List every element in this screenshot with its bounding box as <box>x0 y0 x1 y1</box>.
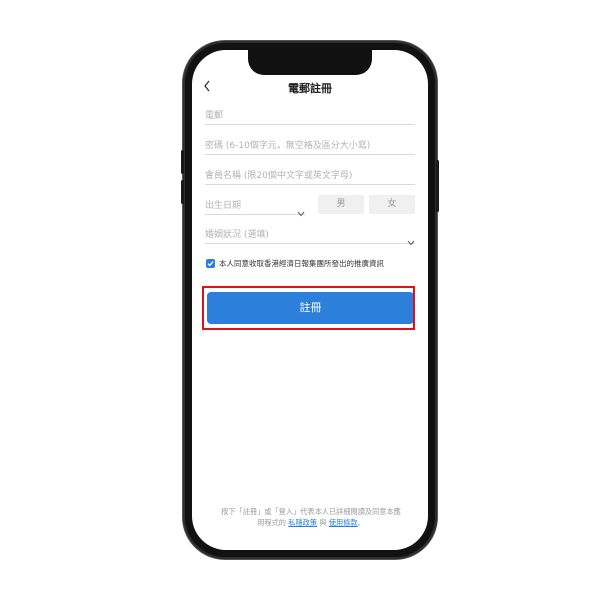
terms-and: 與 <box>319 518 327 527</box>
terms-notice: 按下「註冊」或「登入」代表本人已詳細閱讀及同意本應 用程式的 私隱政策 與 使用… <box>206 506 416 528</box>
birthdate-placeholder: 出生日期 <box>205 201 242 211</box>
chevron-down-icon <box>297 202 305 217</box>
terms-line-1: 按下「註冊」或「登入」代表本人已詳細閱讀及同意本應 <box>221 507 401 516</box>
email-field[interactable]: 電郵 <box>205 106 415 125</box>
password-placeholder: 密碼 (6-10個字元，無空格及區分大小寫) <box>205 141 371 151</box>
registration-screen: 電郵註冊 電郵 密碼 (6-10個字元，無空格及區分大小寫) 會員名稱 (限20… <box>0 0 600 600</box>
terms-suffix: 。 <box>357 518 365 527</box>
consent-checkbox[interactable] <box>206 259 215 268</box>
terms-prefix: 用程式的 <box>257 518 286 527</box>
page-title: 電郵註冊 <box>288 82 332 95</box>
nickname-placeholder: 會員名稱 (限20個中文字或英文字母) <box>205 171 353 181</box>
gender-female-button[interactable]: 女 <box>369 195 415 214</box>
marital-status-select[interactable]: 婚姻狀況 (選填) <box>205 225 415 246</box>
chevron-left-icon[interactable] <box>203 80 213 94</box>
check-icon <box>207 261 214 267</box>
consent-label: 本人同意收取香港經濟日報集團所發出的推廣資訊 <box>219 259 384 268</box>
nickname-field[interactable]: 會員名稱 (限20個中文字或英文字母) <box>205 166 415 185</box>
gender-male-button[interactable]: 男 <box>318 195 364 214</box>
birthdate-select[interactable]: 出生日期 <box>205 196 305 217</box>
chevron-down-icon <box>407 231 415 246</box>
highlight-box <box>202 286 415 330</box>
terms-line-2: 用程式的 私隱政策 與 使用條款。 <box>206 517 416 528</box>
email-placeholder: 電郵 <box>205 111 224 121</box>
password-field[interactable]: 密碼 (6-10個字元，無空格及區分大小寫) <box>205 136 415 155</box>
privacy-policy-link[interactable]: 私隱政策 <box>288 518 317 527</box>
marital-placeholder: 婚姻狀況 (選填) <box>205 230 269 240</box>
terms-of-use-link[interactable]: 使用條款 <box>329 518 358 527</box>
page: 電郵註冊 電郵 密碼 (6-10個字元，無空格及區分大小寫) 會員名稱 (限20… <box>0 0 600 600</box>
